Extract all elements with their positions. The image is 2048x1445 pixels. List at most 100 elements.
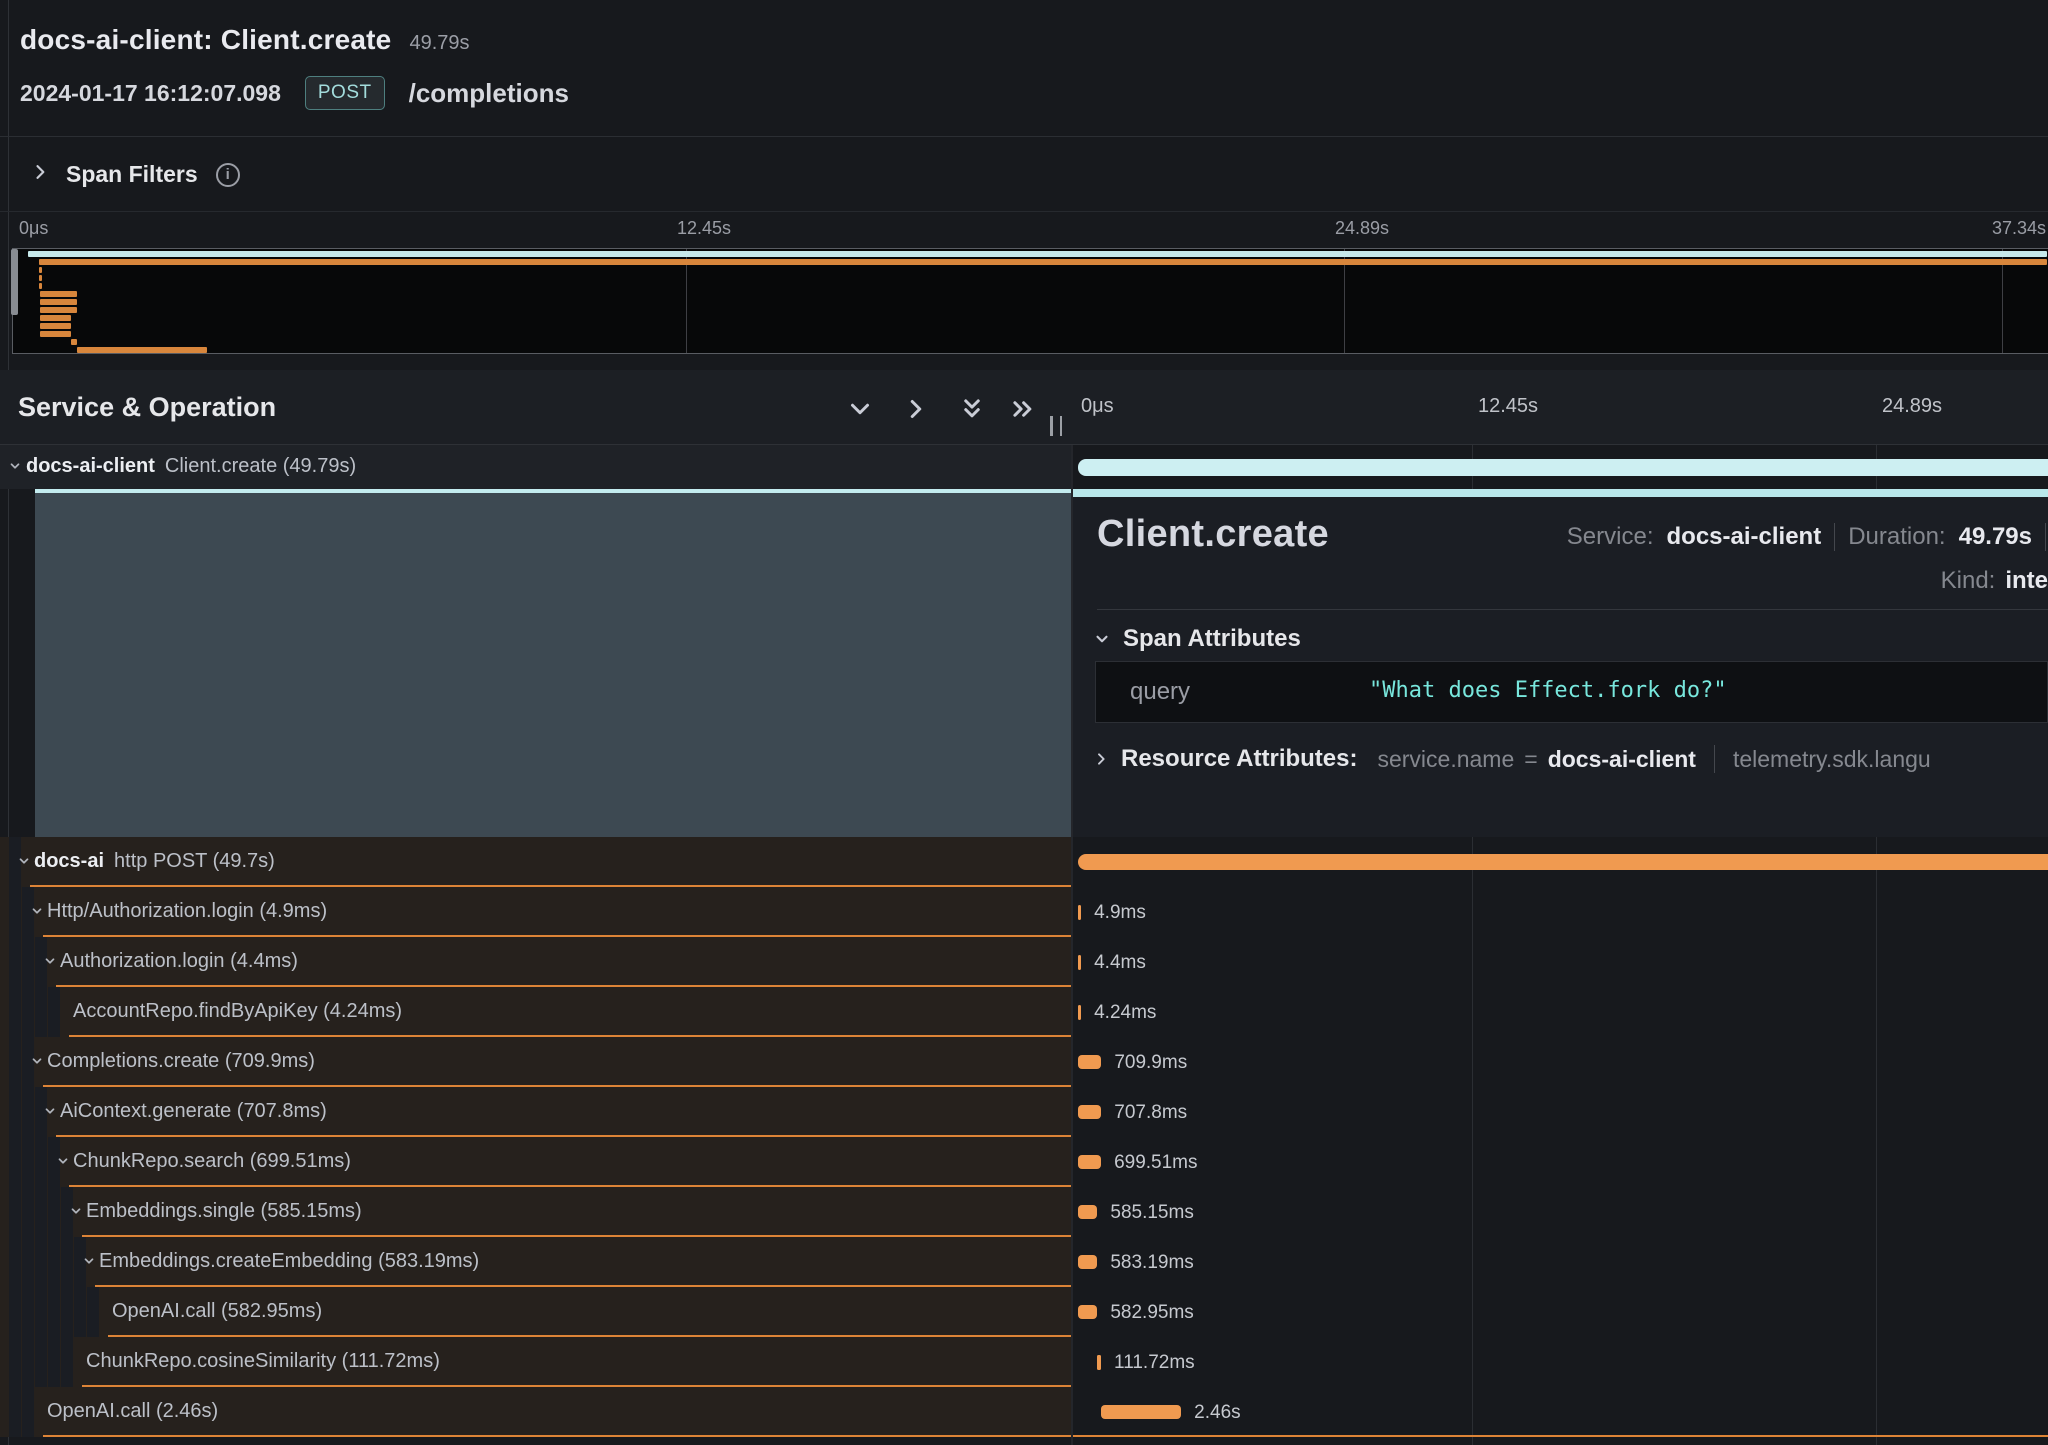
indent-guide	[22, 1137, 34, 1187]
chevron-down-icon[interactable]	[82, 1254, 96, 1273]
resource-key-partial: telemetry.sdk.langu	[1733, 746, 1931, 773]
span-duration-bar[interactable]	[1101, 1405, 1181, 1419]
span-row[interactable]: ChunkRepo.cosineSimilarity (111.72ms)111…	[0, 1337, 2048, 1387]
minimap-tick-label: 24.89s	[1335, 218, 1389, 239]
span-row-border	[56, 985, 1073, 987]
span-attributes-title: Span Attributes	[1123, 625, 1301, 653]
minimap-viewport-handle[interactable]	[11, 249, 18, 315]
collapse-all-icon[interactable]	[957, 394, 987, 424]
span-operation-label: ChunkRepo.cosineSimilarity (111.72ms)	[86, 1350, 440, 1372]
indent-guide	[35, 1237, 47, 1287]
minimap-span-bar	[39, 283, 42, 289]
minimap-span-bar	[40, 299, 77, 305]
span-row[interactable]: OpenAI.call (582.95ms) 582.95ms	[0, 1287, 2048, 1337]
column-divider[interactable]	[1071, 370, 1073, 1445]
span-attributes-toggle[interactable]: Span Attributes	[1093, 625, 1301, 653]
resource-key: service.name	[1377, 746, 1514, 773]
span-row-left: AiContext.generate (707.8ms)	[0, 1087, 1073, 1137]
chevron-down-icon[interactable]	[43, 1104, 57, 1123]
span-row[interactable]: OpenAI.call (2.46s) 2.46s	[0, 1387, 2048, 1437]
span-duration-bar[interactable]	[1078, 1005, 1081, 1020]
indent-guide	[9, 1037, 21, 1087]
detail-divider	[1097, 609, 2048, 610]
span-row-left: Completions.create (709.9ms)	[0, 1037, 1073, 1087]
chevron-down-icon[interactable]	[8, 459, 22, 478]
minimap-span-bar	[39, 267, 42, 273]
span-duration-bar[interactable]	[1078, 905, 1081, 920]
indent-guide	[48, 1187, 60, 1237]
attribute-key: query	[1130, 678, 1190, 706]
span-duration-label: 709.9ms	[1114, 1052, 1187, 1074]
span-detail-panel: Client.create Service: docs-ai-client Du…	[1073, 489, 2048, 837]
span-row[interactable]: docs-ai-clientClient.create (49.79s)	[0, 445, 2048, 489]
meta-divider	[2045, 523, 2046, 551]
column-resize-grip[interactable]	[1050, 416, 1062, 436]
collapse-one-icon[interactable]	[845, 394, 875, 424]
span-row[interactable]: Completions.create (709.9ms) 709.9ms	[0, 1037, 2048, 1087]
chevron-down-icon[interactable]	[30, 1054, 44, 1073]
timeline-minimap[interactable]	[12, 248, 2048, 354]
indent-guide	[9, 1287, 21, 1337]
chevron-down-icon[interactable]	[69, 1204, 83, 1223]
expand-all-icon[interactable]	[1008, 394, 1038, 424]
span-filters-toggle[interactable]: Span Filters	[0, 138, 2048, 212]
span-duration-bar[interactable]	[1097, 1355, 1101, 1370]
span-row-text: AiContext.generate (707.8ms)	[60, 1100, 327, 1123]
span-service-name: docs-ai-client	[26, 455, 155, 477]
span-row-text: Embeddings.single (585.15ms)	[86, 1200, 362, 1223]
span-duration-label: 2.46s	[1194, 1402, 1240, 1424]
span-duration-label: 583.19ms	[1110, 1252, 1193, 1274]
span-row[interactable]: Embeddings.createEmbedding (583.19ms)583…	[0, 1237, 2048, 1287]
minimap-tick-label: 0μs	[19, 218, 48, 239]
chevron-down-icon[interactable]	[43, 954, 57, 973]
trace-duration: 49.79s	[409, 32, 469, 55]
span-operation-label: Authorization.login (4.4ms)	[60, 950, 298, 972]
resource-attributes-toggle[interactable]: Resource Attributes: service.name = docs…	[1093, 745, 2048, 773]
chevron-down-icon[interactable]	[30, 904, 44, 923]
timeline-tick-label: 0μs	[1081, 395, 1114, 418]
span-row-text: OpenAI.call (2.46s)	[47, 1400, 218, 1423]
indent-guide	[9, 987, 21, 1037]
span-row-border	[30, 885, 1073, 887]
span-row[interactable]: Embeddings.single (585.15ms)585.15ms	[0, 1187, 2048, 1237]
span-operation-label: OpenAI.call (582.95ms)	[112, 1300, 322, 1322]
chevron-down-icon[interactable]	[56, 1154, 70, 1173]
indent-guide	[61, 1237, 73, 1287]
span-duration-bar[interactable]	[1078, 1055, 1101, 1069]
span-duration-bar[interactable]	[1078, 1205, 1097, 1219]
indent-guide	[61, 1337, 73, 1387]
expand-one-icon[interactable]	[901, 394, 931, 424]
span-duration-bar[interactable]	[1078, 955, 1081, 970]
span-row[interactable]: AccountRepo.findByApiKey (4.24ms)4.24ms	[0, 987, 2048, 1037]
span-row[interactable]: docs-aihttp POST (49.7s)	[0, 837, 2048, 887]
indent-guide	[9, 937, 21, 987]
chevron-right-icon	[1093, 751, 1109, 767]
indent-guide	[22, 1287, 34, 1337]
span-row-border	[108, 1335, 1073, 1337]
span-attributes-table: query "What does Effect.fork do?"	[1095, 661, 2048, 723]
span-duration-bar[interactable]	[1078, 1255, 1097, 1269]
indent-guide	[48, 1337, 60, 1387]
span-duration-bar[interactable]	[1078, 459, 2048, 476]
span-row-text: ChunkRepo.search (699.51ms)	[73, 1150, 351, 1173]
minimap-span-bar	[71, 339, 77, 345]
indent-guide	[61, 1287, 73, 1337]
span-duration-bar[interactable]	[1078, 854, 2048, 870]
span-duration-bar[interactable]	[1078, 1305, 1097, 1319]
span-row-left: ChunkRepo.cosineSimilarity (111.72ms)	[0, 1337, 1073, 1387]
indent-guide	[35, 987, 47, 1037]
span-row[interactable]: Http/Authorization.login (4.9ms)4.9ms	[0, 887, 2048, 937]
span-duration-bar[interactable]	[1078, 1105, 1101, 1119]
span-table-header: Service & Operation 0μs12.45s24.89s	[0, 370, 2048, 445]
span-row[interactable]: AiContext.generate (707.8ms) 707.8ms	[0, 1087, 2048, 1137]
span-row[interactable]: ChunkRepo.search (699.51ms)699.51ms	[0, 1137, 2048, 1187]
span-duration-label: 4.4ms	[1094, 952, 1146, 974]
span-duration-label: 582.95ms	[1110, 1302, 1193, 1324]
span-row-left: OpenAI.call (2.46s)	[0, 1387, 1073, 1437]
span-row[interactable]: Authorization.login (4.4ms) 4.4ms	[0, 937, 2048, 987]
info-icon[interactable]	[216, 163, 240, 187]
span-duration-label: 707.8ms	[1114, 1102, 1187, 1124]
span-duration-bar[interactable]	[1078, 1155, 1101, 1169]
indent-guide	[22, 1237, 34, 1287]
chevron-down-icon[interactable]	[17, 854, 31, 873]
